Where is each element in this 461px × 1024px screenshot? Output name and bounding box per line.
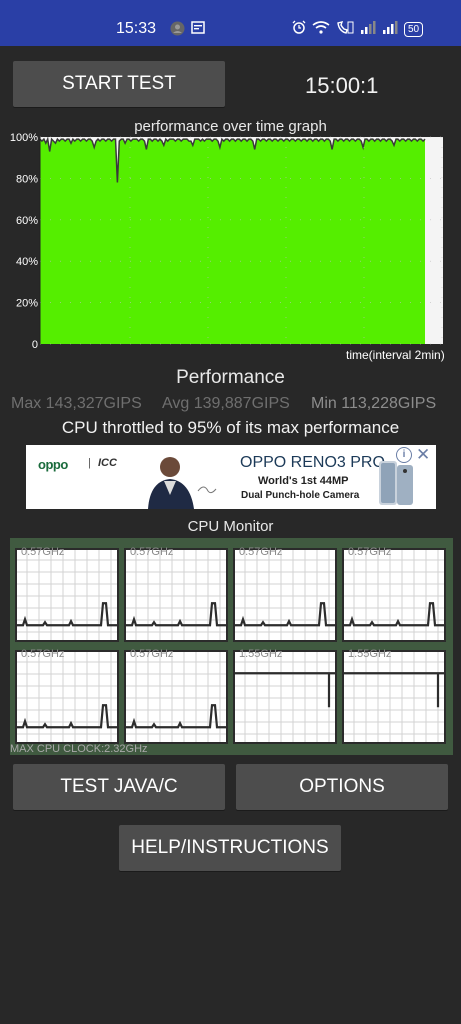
core-freq: 0.57GHz — [130, 546, 174, 558]
performance-graph: 0 20% 40% 60% 80% 100% — [10, 132, 443, 350]
cpu-core-4: 0.57GHz — [15, 648, 119, 744]
y-tick-label: 40% — [16, 256, 38, 268]
core-freq: 0.57GHz — [130, 648, 174, 660]
y-tick-label: 100% — [10, 132, 38, 144]
start-test-button[interactable]: START TEST — [13, 61, 225, 107]
core-usage-line — [344, 672, 444, 708]
alarm-icon — [292, 20, 306, 39]
cpu-core-0: 0.57GHz — [15, 546, 119, 642]
throttle-text: CPU throttled to 95% of its max performa… — [61, 418, 400, 437]
y-tick-label: 80% — [16, 173, 38, 185]
status-bar: 15:33 50 — [0, 0, 461, 46]
core-usage-line — [126, 602, 226, 627]
y-tick-label: 60% — [16, 215, 38, 227]
ad-line2: Dual Punch-hole Camera — [241, 490, 360, 501]
cpu-core-2: 0.57GHz — [233, 546, 337, 642]
core-usage-line — [17, 602, 117, 627]
signal-icon-2 — [382, 20, 398, 39]
cpu-core-1: 0.57GHz — [124, 546, 228, 642]
ad-person-image — [118, 451, 228, 509]
core-usage-line — [235, 602, 335, 627]
performance-title: Performance — [176, 367, 285, 388]
graph-x-label: time(interval 2min) — [346, 348, 445, 362]
help-instructions-button[interactable]: HELP/INSTRUCTIONS — [119, 825, 341, 871]
options-button[interactable]: OPTIONS — [236, 764, 448, 810]
cpu-monitor-title: CPU Monitor — [187, 518, 274, 535]
cpu-core-7: 1.55GHz — [342, 648, 446, 744]
wifi-icon — [312, 20, 330, 39]
y-tick-label: 0 — [32, 339, 38, 350]
signal-icon — [360, 20, 376, 39]
core-usage-line — [344, 602, 444, 627]
cpu-monitor-panel: 0.57GHz 0.57GHz 0.57GHz 0.57GHz 0.57GHz … — [10, 538, 453, 755]
avatar-icon — [170, 21, 185, 41]
min-stat: Min 113,228GIPS — [311, 395, 437, 412]
ad-phone-image — [379, 461, 413, 505]
core-freq: 0.57GHz — [21, 546, 65, 558]
call-icon — [336, 20, 354, 39]
ad-line1: World's 1st 44MP — [258, 475, 349, 487]
ad-partner-logo: ICC — [98, 457, 117, 469]
ad-close-icon[interactable]: ✕ — [416, 445, 430, 465]
core-freq: 1.55GHz — [348, 648, 392, 660]
ad-headline: OPPO RENO3 PRO — [240, 454, 385, 471]
cpu-core-5: 0.57GHz — [124, 648, 228, 744]
cpu-core-3: 0.57GHz — [342, 546, 446, 642]
core-freq: 1.55GHz — [239, 648, 283, 660]
cpu-core-6: 1.55GHz — [233, 648, 337, 744]
ad-info-icon[interactable]: i — [396, 447, 412, 463]
core-usage-line — [126, 704, 226, 729]
performance-area — [40, 139, 425, 344]
core-freq: 0.57GHz — [21, 648, 65, 660]
screen-icon — [191, 21, 205, 41]
ad-brand-logo: oppo — [38, 457, 68, 472]
test-java-button[interactable]: TEST JAVA/C — [13, 764, 225, 810]
core-freq: 0.57GHz — [239, 546, 283, 558]
ad-banner[interactable]: oppo | ICC OPPO RENO3 PRO World's 1st 44… — [26, 445, 436, 509]
core-freq: 0.57GHz — [348, 546, 392, 558]
core-usage-line — [17, 704, 117, 729]
status-time: 15:33 — [116, 20, 157, 37]
max-stat: Max 143,327GIPS — [11, 395, 142, 412]
timer-display: 15:00:1 — [305, 73, 379, 98]
core-usage-line — [235, 672, 335, 708]
y-tick-label: 20% — [16, 298, 38, 310]
avg-stat: Avg 139,887GIPS — [162, 395, 290, 412]
battery-icon: 50 — [404, 22, 424, 37]
max-cpu-clock: MAX CPU CLOCK:2.32GHz — [10, 743, 148, 755]
